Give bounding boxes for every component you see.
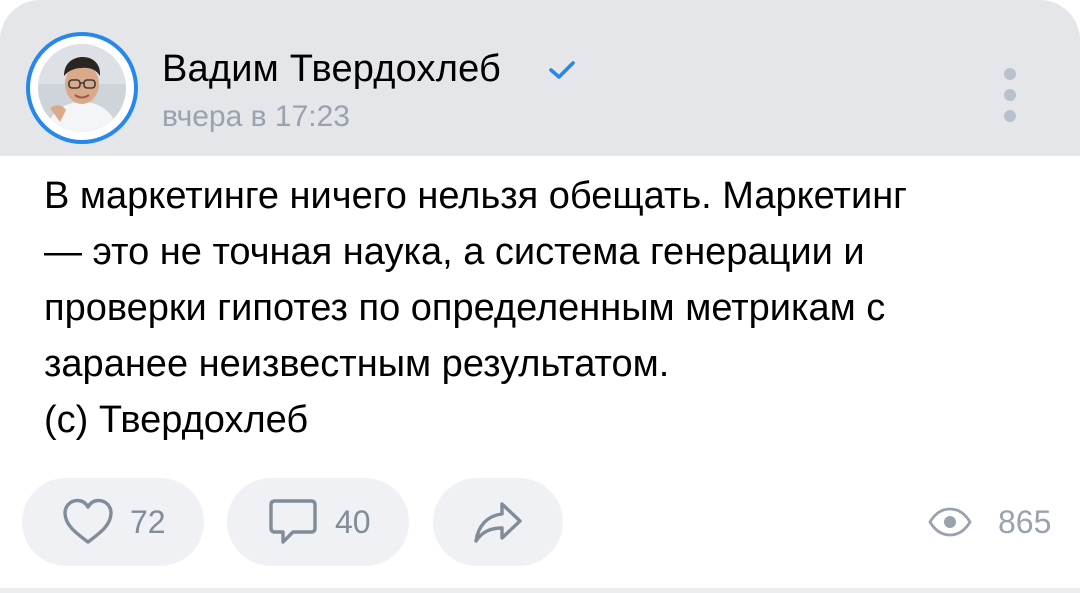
more-options-button[interactable] xyxy=(992,68,1028,122)
share-button[interactable] xyxy=(433,478,563,566)
views-count: 865 xyxy=(998,503,1052,540)
post-text-line: — это не точная наука, а система генерац… xyxy=(44,231,865,273)
post-text-line: заранее неизвестным результатом. xyxy=(44,343,670,385)
post-text-line: проверки гипотез по определенным метрика… xyxy=(44,287,886,329)
heart-icon xyxy=(63,498,113,544)
more-dot-icon xyxy=(1004,110,1016,122)
post-card: Вадим Твердохлеб вчера в 17:23 В маркети… xyxy=(0,0,1080,588)
post-text-line: (с) Твердохлеб xyxy=(44,399,309,441)
eye-icon xyxy=(928,507,972,537)
avatar-story-ring[interactable] xyxy=(26,32,138,144)
feed-divider xyxy=(0,588,1080,593)
avatar[interactable] xyxy=(38,44,126,132)
post-text-line: В маркетинге ничего нельзя обещать. Марк… xyxy=(44,175,908,217)
like-button[interactable]: 72 xyxy=(22,478,204,566)
comment-button[interactable]: 40 xyxy=(227,478,409,566)
post-time[interactable]: вчера в 17:23 xyxy=(162,100,350,134)
more-dot-icon xyxy=(1004,68,1016,80)
post-text: В маркетинге ничего нельзя обещать. Марк… xyxy=(44,168,1044,448)
verified-check-icon xyxy=(549,61,575,79)
share-arrow-icon xyxy=(474,502,522,543)
likes-count: 72 xyxy=(130,503,166,540)
more-dot-icon xyxy=(1004,89,1016,101)
author-name[interactable]: Вадим Твердохлеб xyxy=(162,48,501,91)
comments-count: 40 xyxy=(335,503,371,540)
views-counter: 865 xyxy=(928,500,1051,544)
comment-icon xyxy=(269,499,317,544)
